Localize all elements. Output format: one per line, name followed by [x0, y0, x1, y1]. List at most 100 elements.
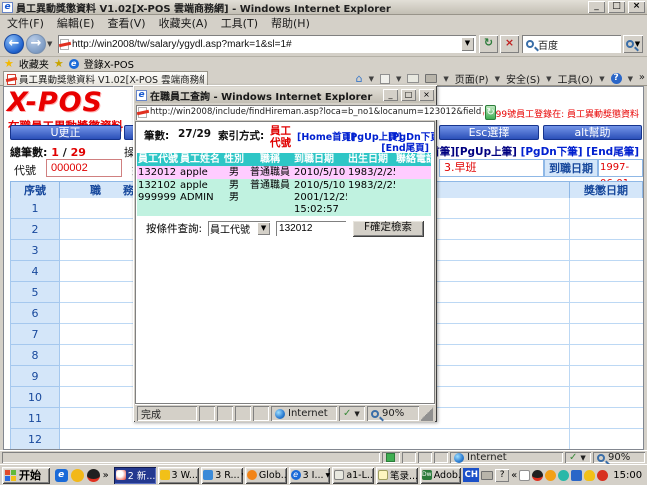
popup-url-field[interactable]: http://win2008/include/findHireman.asp?l… — [136, 105, 483, 120]
language-indicator[interactable]: CH — [463, 468, 479, 482]
query-input[interactable] — [276, 221, 346, 236]
popup-zoom-cell[interactable]: 90% — [367, 406, 419, 421]
close-button[interactable]: × — [628, 1, 645, 13]
print-dropdown-icon[interactable]: ▼ — [443, 75, 448, 83]
select-dropdown-icon[interactable]: ▼ — [257, 222, 270, 235]
popup-row[interactable]: 999999 ADMIN 男 2001/12/2515:02:57 — [137, 192, 431, 216]
back-button[interactable]: ← — [4, 34, 24, 54]
quicklaunch-ie-icon[interactable]: e — [55, 469, 68, 482]
quicklaunch-messenger-icon[interactable] — [71, 469, 84, 482]
cell-title: 普通職員 — [247, 166, 293, 179]
tray-clock-icon[interactable] — [558, 470, 569, 481]
taskbar-task[interactable]: e 3 I... ▼ — [289, 467, 331, 484]
tray-star-icon[interactable] — [545, 470, 556, 481]
quicklaunch-qq-icon[interactable] — [87, 469, 100, 482]
print-icon[interactable] — [425, 74, 437, 83]
toolbar-overflow-icon[interactable]: » — [639, 72, 645, 83]
menu-file[interactable]: 文件(F) — [7, 15, 44, 31]
help-icon[interactable]: ? — [611, 73, 622, 84]
tray-qq-icon[interactable] — [532, 470, 543, 481]
menu-view[interactable]: 查看(V) — [107, 15, 145, 31]
alt-help-button[interactable]: alt幫助 — [543, 125, 642, 140]
url-dropdown-icon[interactable]: ▼ — [461, 37, 474, 51]
cell-name: apple — [179, 166, 221, 179]
address-bar[interactable]: ▼ — [58, 35, 476, 53]
popup-header-hire: 到職日期 — [293, 153, 347, 166]
minimize-button[interactable]: _ — [588, 1, 605, 13]
page-menu[interactable]: 页面(P) — [455, 71, 489, 86]
taskbar-task[interactable]: Dw Adob... — [420, 467, 462, 484]
tray-help-icon[interactable]: ? — [495, 469, 509, 482]
favorites-button[interactable]: 收藏夹 — [19, 56, 49, 71]
table-row[interactable]: 12 — [10, 429, 644, 450]
popup-go-button[interactable]: ↻ — [485, 105, 495, 120]
feeds-icon[interactable] — [380, 74, 390, 84]
update-button[interactable]: U更正 — [10, 125, 121, 140]
tray-shield-icon[interactable] — [584, 470, 595, 481]
taskbar-task[interactable]: 笔录... — [376, 467, 418, 484]
taskbar-task[interactable]: 3 R... ▼ — [201, 467, 243, 484]
popup-minimize-button[interactable]: _ — [383, 89, 398, 101]
search-box[interactable] — [522, 35, 621, 53]
add-favorite-icon[interactable]: ★ — [54, 59, 64, 69]
forward-button[interactable]: → — [26, 34, 46, 54]
cell-phone — [395, 166, 431, 179]
tools-menu[interactable]: 工具(O) — [558, 71, 594, 86]
cell-code: 132102 — [137, 179, 179, 192]
home-dropdown-icon[interactable]: ▼ — [369, 75, 374, 83]
taskbar-task-active[interactable]: 2 新... — [114, 467, 156, 484]
history-dropdown-icon[interactable]: ▼ — [47, 40, 52, 48]
stop-button[interactable]: × — [500, 35, 519, 53]
url-input[interactable] — [72, 39, 458, 50]
popup-nav-end[interactable]: [End尾頁] — [381, 140, 429, 154]
maximize-button[interactable]: □ — [608, 1, 625, 13]
nav-end-last[interactable]: [End尾筆] — [586, 146, 639, 158]
popup-maximize-button[interactable]: □ — [401, 89, 416, 101]
safety-menu[interactable]: 安全(S) — [506, 71, 540, 86]
popup-row-selected[interactable]: 132012 apple 男 普通職員 2010/5/10 1983/2/25 — [137, 166, 431, 179]
taskbar-clock[interactable]: 15:00 — [610, 470, 645, 481]
favorite-link[interactable]: 登錄X-POS — [84, 56, 134, 71]
taskbar-task[interactable]: Glob... — [245, 467, 287, 484]
feeds-dropdown-icon[interactable]: ▼ — [396, 75, 401, 83]
cell-code: 132012 — [137, 166, 179, 179]
search-icon — [526, 40, 534, 48]
home-icon[interactable]: ⌂ — [356, 73, 363, 85]
query-field-select[interactable]: 員工代號 ▼ — [208, 221, 270, 236]
query-search-button[interactable]: F確定檢索 — [352, 220, 424, 237]
refresh-button[interactable]: ↻ — [479, 35, 498, 53]
popup-row[interactable]: 132102 apple 男 普通職員 2010/5/10 1983/2/25 — [137, 179, 431, 192]
popup-close-button[interactable]: × — [419, 89, 434, 101]
read-mail-icon[interactable] — [407, 74, 419, 83]
tray-printer-icon[interactable] — [481, 471, 493, 480]
menu-tools[interactable]: 工具(T) — [221, 15, 258, 31]
reward-cell — [570, 261, 644, 282]
tray-doc-icon[interactable] — [519, 470, 530, 481]
popup-protected-cell[interactable]: ✓ ▼ — [339, 406, 365, 421]
menu-help[interactable]: 帮助(H) — [271, 15, 310, 31]
code-input[interactable] — [46, 159, 122, 177]
resize-grip[interactable] — [421, 406, 433, 421]
quicklaunch-overflow-icon[interactable]: » — [103, 470, 109, 481]
taskbar-task[interactable]: 3 W... ▼ — [158, 467, 200, 484]
search-options-button[interactable]: ▼ — [623, 35, 643, 53]
nav-pgdn[interactable]: [PgDn下筆] — [521, 146, 583, 158]
tray-volume-icon[interactable] — [597, 470, 608, 481]
esc-select-button[interactable]: Esc選擇 — [439, 125, 539, 140]
start-button[interactable]: 开始 — [2, 467, 50, 484]
main-protected-cell[interactable]: ✓ ▼ — [565, 452, 591, 463]
tab-active[interactable]: 員工異動獎懲資料 V1.02[X-POS 雲端商務網] — [3, 71, 208, 86]
popup-status-zone: Internet — [271, 406, 337, 421]
status-cell — [199, 406, 215, 421]
menu-favorites[interactable]: 收藏夹(A) — [159, 15, 208, 31]
status-cell — [402, 452, 416, 463]
tray-collapse-icon[interactable]: « — [511, 470, 517, 481]
menu-edit[interactable]: 編輯(E) — [57, 15, 95, 31]
seq-column-header: 序號 — [10, 181, 60, 199]
taskbar-task[interactable]: a1-L... — [332, 467, 374, 484]
nav-pgup[interactable]: [PgUp上筆] — [455, 146, 517, 158]
task-group-icon: ▼ — [242, 472, 243, 479]
tray-network-icon[interactable] — [571, 470, 582, 481]
favorites-star-icon: ★ — [4, 59, 14, 69]
main-zoom-cell[interactable]: 90% — [593, 452, 645, 463]
